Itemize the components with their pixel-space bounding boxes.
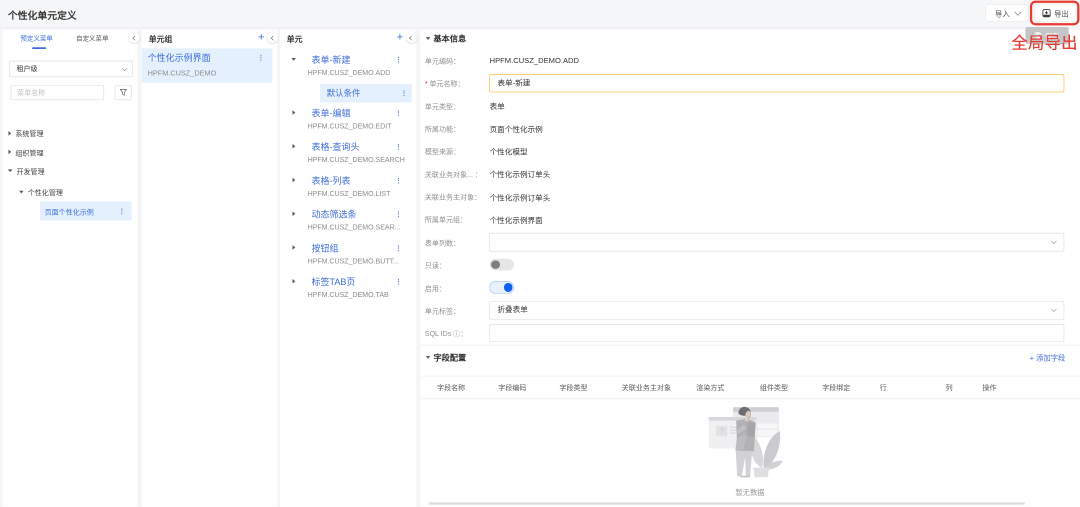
svg-text:?: ? <box>719 427 724 436</box>
